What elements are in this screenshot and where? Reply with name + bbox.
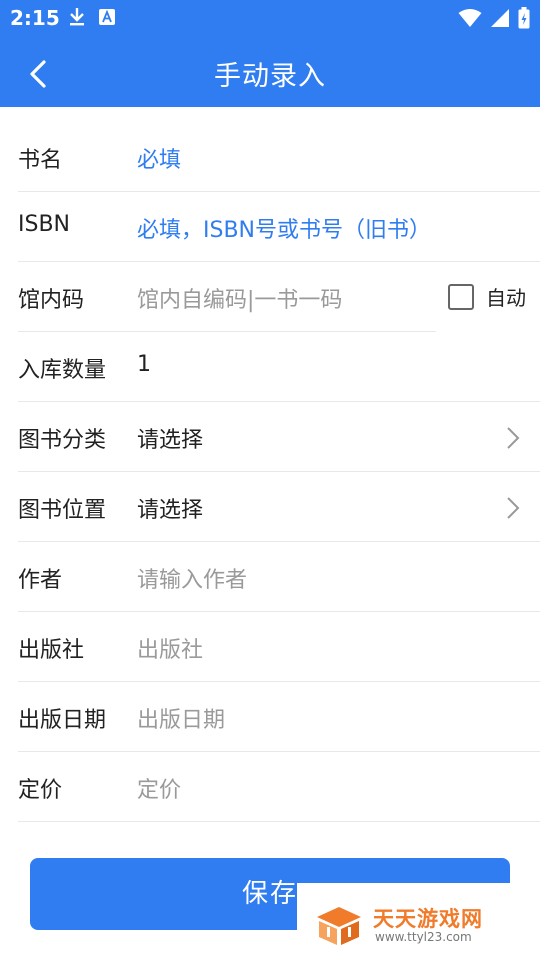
author-row[interactable]: 作者 请输入作者 — [0, 542, 540, 612]
status-right-icons — [458, 7, 530, 29]
watermark-logo-icon — [317, 907, 361, 945]
book-name-label: 书名 — [18, 148, 63, 173]
publish-date-input[interactable]: 出版日期 — [137, 702, 225, 734]
battery-icon — [518, 7, 530, 29]
price-input[interactable]: 定价 — [137, 772, 181, 804]
price-row[interactable]: 定价 定价 — [0, 752, 540, 822]
library-code-row[interactable]: 馆内码 馆内自编码|一书一码 自动 — [0, 262, 540, 332]
library-code-input[interactable]: 馆内自编码|一书一码 — [137, 282, 342, 314]
category-row[interactable]: 图书分类 请选择 — [0, 402, 540, 472]
publish-date-label: 出版日期 — [18, 708, 107, 733]
price-label: 定价 — [18, 778, 63, 803]
app-bar: 手动录入 — [0, 36, 540, 107]
quantity-row[interactable]: 入库数量 1 — [0, 332, 540, 402]
wifi-icon — [458, 9, 482, 27]
isbn-input[interactable]: 必填，ISBN号或书号（旧书） — [137, 212, 431, 244]
author-label: 作者 — [18, 568, 63, 593]
category-label: 图书分类 — [18, 428, 107, 453]
quantity-label: 入库数量 — [18, 358, 107, 383]
category-select[interactable]: 请选择 — [137, 422, 203, 454]
status-time: 2:15 — [10, 6, 60, 30]
page-title: 手动录入 — [214, 61, 326, 92]
isbn-label: ISBN — [18, 212, 71, 237]
book-name-input[interactable]: 必填 — [137, 142, 181, 174]
checkbox-icon[interactable] — [448, 283, 474, 310]
location-row[interactable]: 图书位置 请选择 — [0, 472, 540, 542]
publisher-input[interactable]: 出版社 — [137, 632, 203, 664]
location-label: 图书位置 — [18, 498, 107, 523]
status-bar: 2:15 — [0, 0, 540, 36]
divider — [18, 821, 540, 822]
isbn-row[interactable]: ISBN 必填，ISBN号或书号（旧书） — [0, 192, 540, 262]
chevron-right-icon — [507, 497, 520, 519]
signal-icon — [491, 9, 509, 27]
author-input[interactable]: 请输入作者 — [137, 562, 247, 594]
watermark-url: www.ttyl23.com — [375, 930, 472, 944]
manual-entry-form: 书名 必填 ISBN 必填，ISBN号或书号（旧书） 馆内码 馆内自编码|一书一… — [0, 122, 540, 822]
chevron-right-icon — [507, 427, 520, 449]
location-select[interactable]: 请选择 — [137, 492, 203, 524]
download-icon — [70, 8, 84, 26]
quantity-input[interactable]: 1 — [137, 352, 151, 377]
book-name-row[interactable]: 书名 必填 — [0, 122, 540, 192]
auto-checkbox[interactable]: 自动 — [448, 282, 526, 311]
auto-label: 自动 — [486, 286, 526, 310]
watermark: 天天游戏网 www.ttyl23.com — [297, 883, 540, 960]
publish-date-row[interactable]: 出版日期 出版日期 — [0, 682, 540, 752]
library-code-label: 馆内码 — [18, 288, 85, 313]
publisher-label: 出版社 — [18, 638, 85, 663]
status-left-icons — [68, 7, 116, 27]
watermark-title: 天天游戏网 — [373, 907, 483, 931]
keyboard-a-icon — [99, 9, 115, 25]
publisher-row[interactable]: 出版社 出版社 — [0, 612, 540, 682]
